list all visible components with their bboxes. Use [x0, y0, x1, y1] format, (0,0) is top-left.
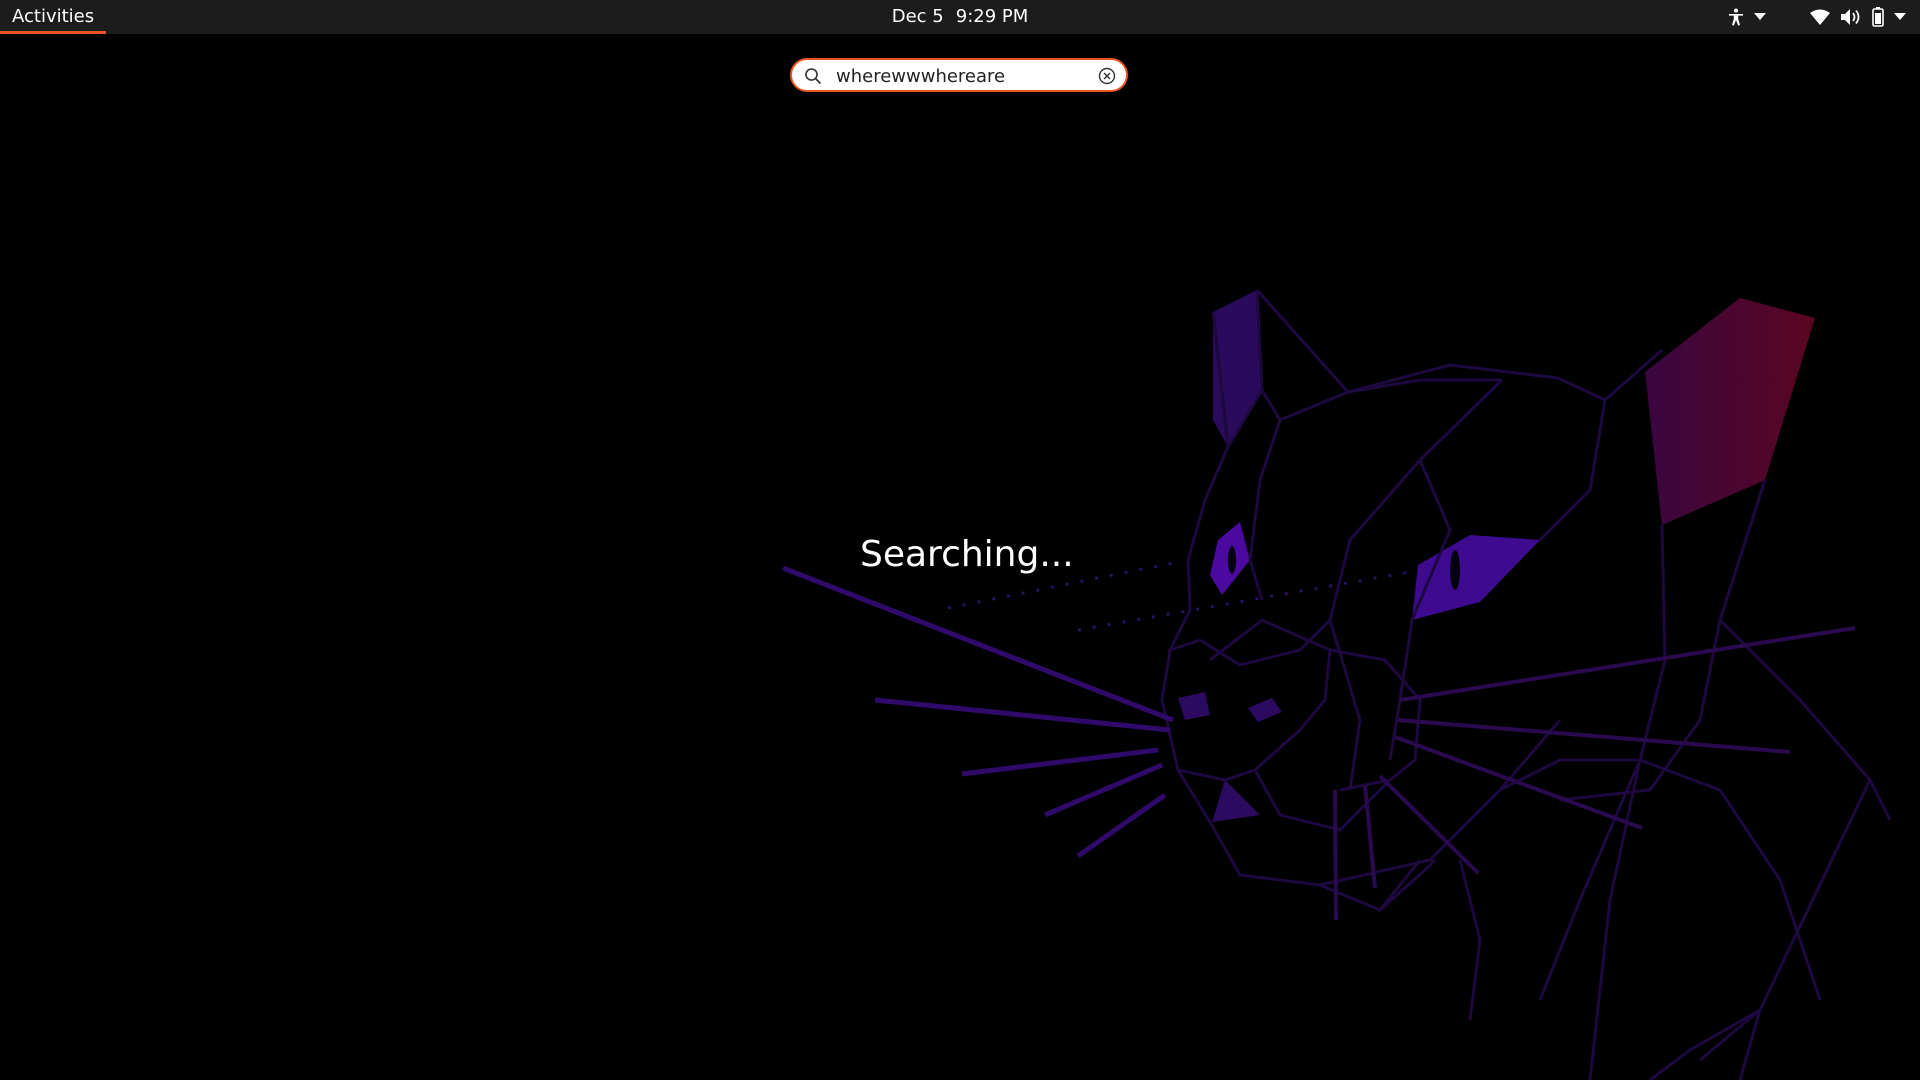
searching-status-text: Searching...	[860, 534, 1074, 575]
system-menu-chevron-down-icon[interactable]	[1894, 0, 1906, 34]
activities-active-indicator	[0, 31, 107, 34]
clock-date: Dec 5	[891, 6, 944, 27]
clock-button[interactable]: Dec 5 9:29 PM	[892, 0, 1029, 34]
battery-icon[interactable]	[1872, 0, 1884, 34]
search-input[interactable]	[836, 64, 1086, 88]
search-icon	[805, 68, 822, 85]
clock-time: 9:29 PM	[955, 6, 1029, 27]
activities-button[interactable]: Activities	[0, 0, 107, 34]
clear-icon[interactable]	[1098, 67, 1116, 85]
system-tray	[1728, 0, 1906, 34]
desktop: Activities Dec 5 9:29 PM wherewwwhereare…	[0, 0, 1920, 1080]
wifi-icon[interactable]	[1810, 0, 1830, 34]
volume-icon[interactable]	[1840, 0, 1862, 34]
search-box[interactable]	[790, 58, 1128, 92]
activities-label: Activities	[12, 6, 95, 27]
chevron-down-icon[interactable]	[1754, 0, 1766, 34]
accessibility-icon[interactable]	[1728, 0, 1744, 34]
top-bar: Activities Dec 5 9:29 PM	[0, 0, 1920, 34]
